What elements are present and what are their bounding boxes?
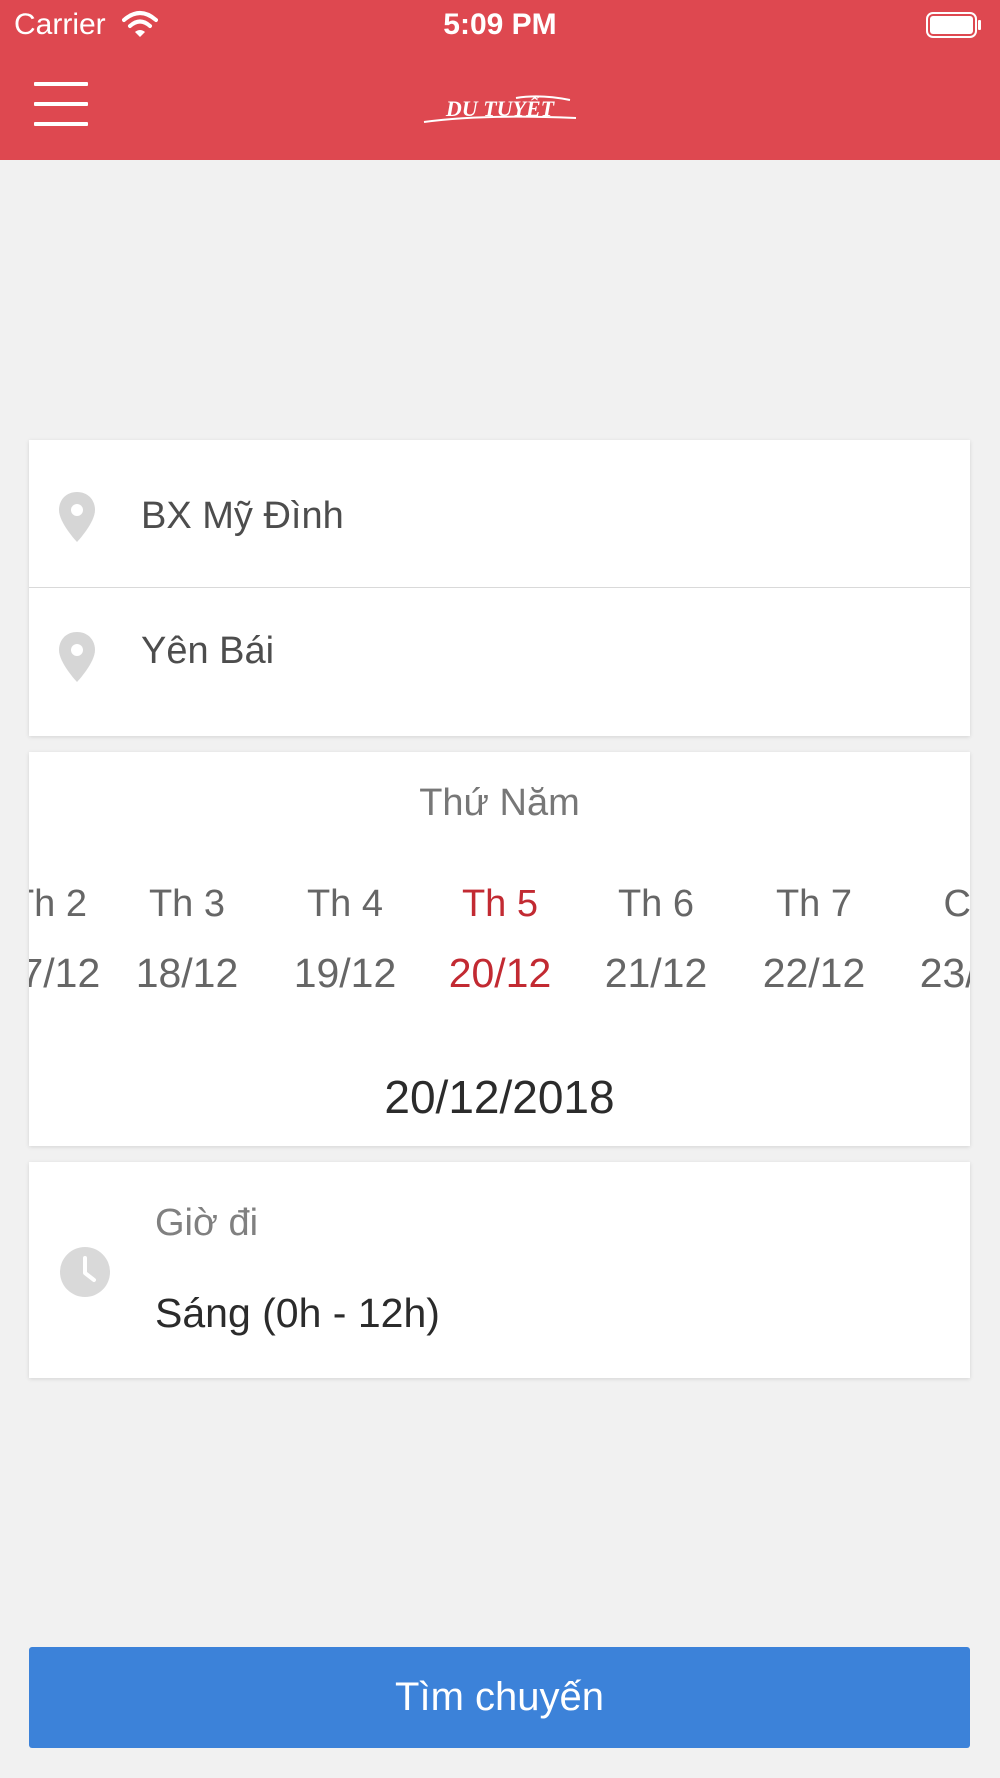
route-card: BX Mỹ Đình Yên Bái: [29, 440, 970, 736]
date-item-weekday: Th 4: [306, 883, 384, 925]
date-item-weekday: Th 5: [461, 883, 539, 925]
departure-time-label: Giờ đi: [155, 1202, 259, 1244]
date-item-selected[interactable]: Th 5 20/12: [430, 882, 570, 996]
departure-time-value: Sáng (0h - 12h): [155, 1290, 440, 1336]
selected-weekday-title: Thứ Năm: [419, 782, 580, 824]
destination-field[interactable]: Yên Bái: [29, 588, 970, 735]
origin-value: BX Mỹ Đình: [141, 495, 344, 537]
date-item[interactable]: Th 7 22/12: [744, 882, 884, 996]
date-item-date: 19/12: [293, 950, 397, 996]
date-item-weekday: CN: [943, 883, 970, 925]
date-picker-card: Thứ Năm Th 2 17/12 Th 3 18/12 Th 4 19/12…: [29, 752, 970, 1146]
destination-value: Yên Bái: [141, 630, 275, 672]
date-item[interactable]: Th 3 18/12: [117, 882, 257, 996]
battery-icon: [926, 12, 981, 38]
date-strip[interactable]: Th 2 17/12 Th 3 18/12 Th 4 19/12 Th 5 20…: [29, 882, 970, 1012]
date-item[interactable]: Th 2 17/12: [29, 882, 119, 996]
map-pin-icon: [59, 492, 95, 542]
origin-field[interactable]: BX Mỹ Đình: [29, 440, 970, 587]
clock-icon: [60, 1247, 110, 1297]
date-item-date: 18/12: [135, 950, 239, 996]
status-bar: Carrier 5:09 PM: [0, 0, 1000, 50]
svg-text:DU TUYẾT: DU TUYẾT: [445, 96, 556, 121]
date-item-weekday: Th 6: [617, 883, 695, 925]
date-item-date: 22/12: [762, 950, 866, 996]
brand-logo: DU TUYẾT: [423, 95, 577, 123]
date-item-weekday: Th 7: [775, 883, 853, 925]
hamburger-menu-icon[interactable]: [34, 82, 88, 126]
app-header: Carrier 5:09 PM DU TUYẾT: [0, 0, 1000, 160]
date-item[interactable]: Th 6 21/12: [586, 882, 726, 996]
date-item-weekday: Th 3: [148, 883, 226, 925]
date-item[interactable]: Th 4 19/12: [275, 882, 415, 996]
search-trips-button[interactable]: Tìm chuyến: [29, 1647, 970, 1748]
date-item-date: 21/12: [604, 950, 708, 996]
date-item-date: 17/12: [29, 950, 101, 996]
map-pin-icon: [59, 632, 95, 682]
date-item-date: 20/12: [448, 950, 552, 996]
date-item-weekday: Th 2: [29, 883, 88, 925]
selected-full-date: 20/12/2018: [384, 1071, 615, 1123]
status-time: 5:09 PM: [443, 8, 557, 41]
date-item[interactable]: CN 23/12: [901, 882, 970, 996]
date-item-date: 23/12: [919, 950, 970, 996]
departure-time-field[interactable]: Giờ đi Sáng (0h - 12h): [29, 1162, 970, 1378]
